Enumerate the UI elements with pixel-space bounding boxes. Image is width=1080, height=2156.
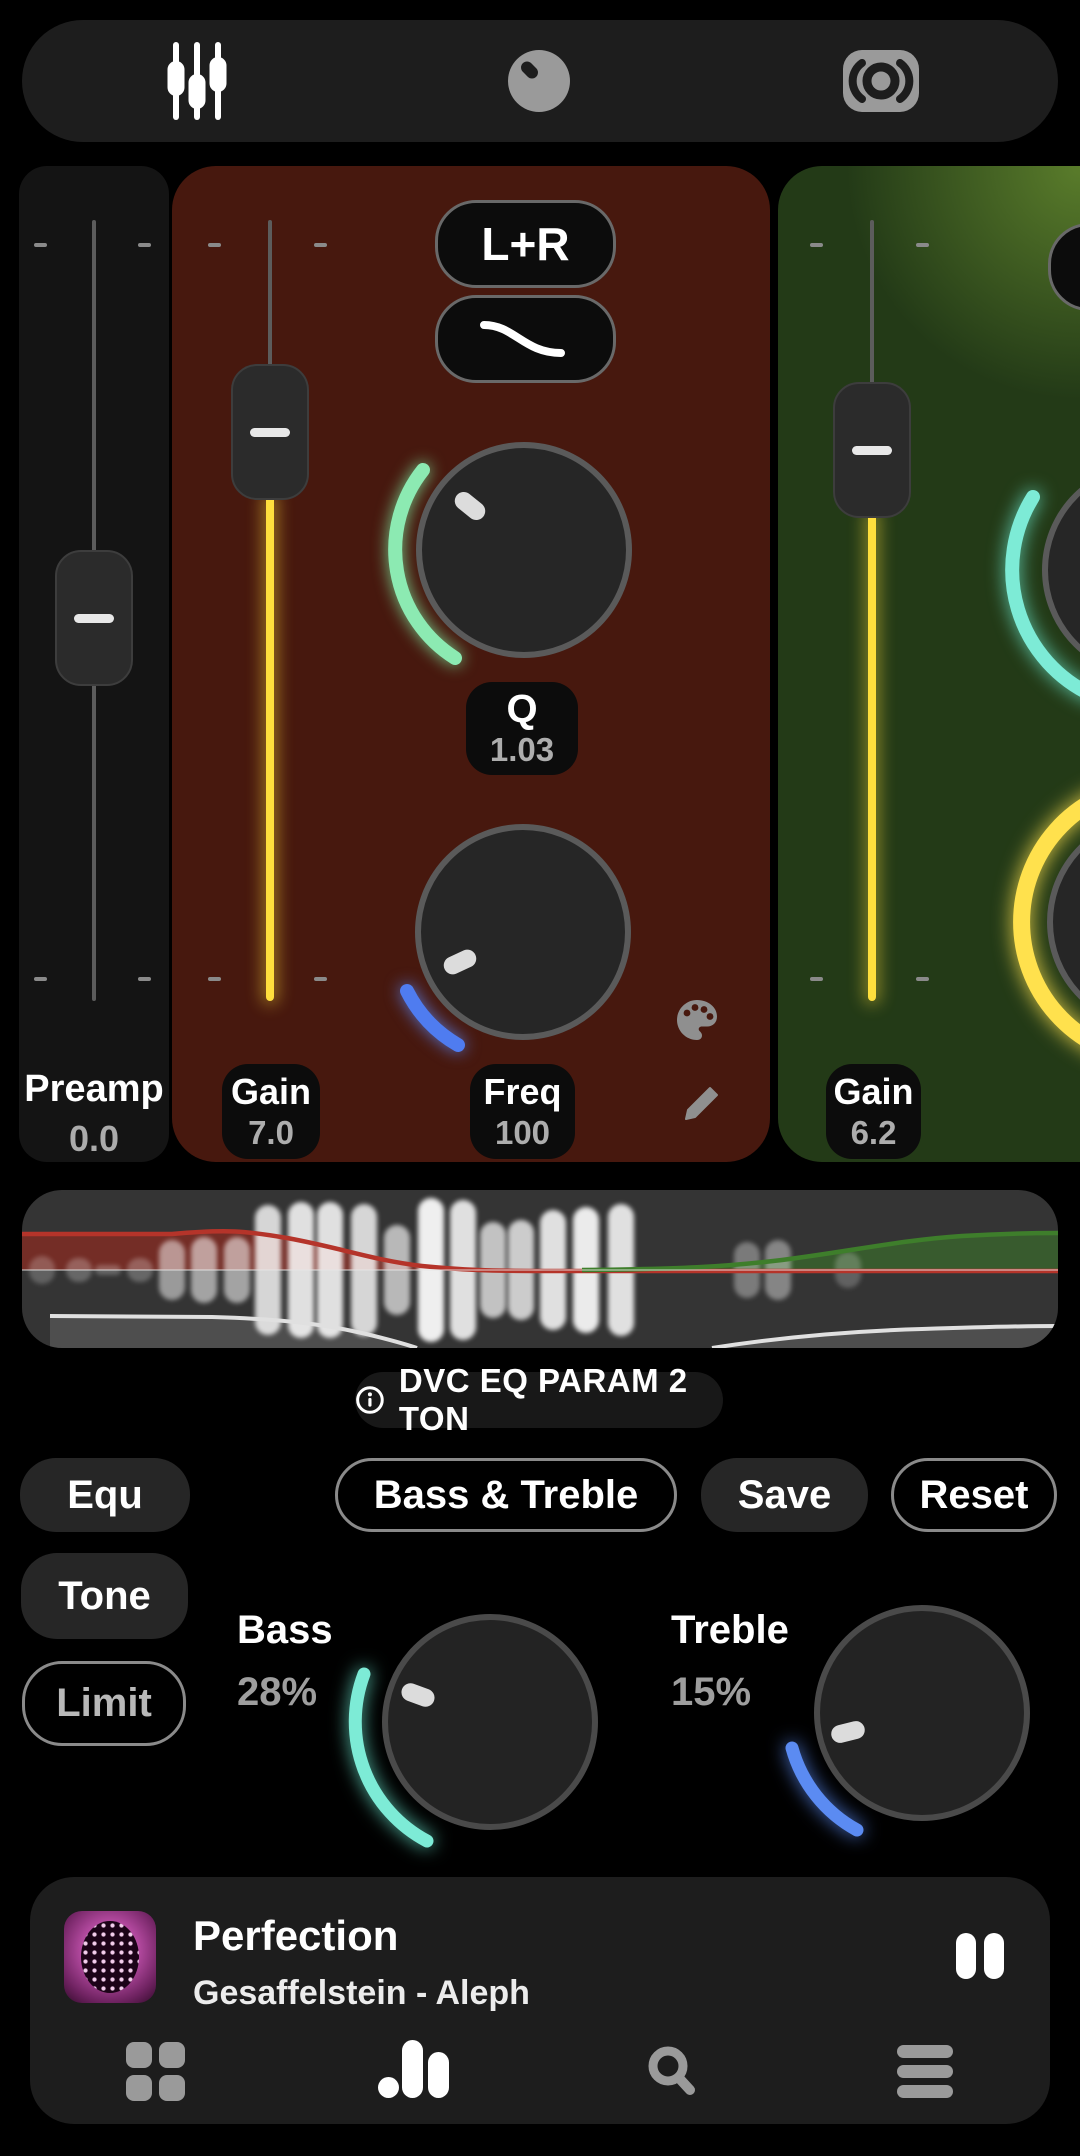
band1-channel-button[interactable]: L+R (435, 200, 616, 288)
tick (208, 977, 221, 981)
band1-gain-slider-handle[interactable] (231, 364, 309, 500)
band2-freq-knob[interactable] (995, 762, 1080, 1082)
screen: Preamp 0.0 L+R Q 1.03 (0, 0, 1080, 2156)
panel-glow (790, 166, 1080, 406)
pencil-icon[interactable] (678, 1083, 722, 1127)
bass-label: Bass (237, 1608, 333, 1653)
knob-icon (508, 50, 570, 112)
pause-button[interactable] (956, 1933, 1032, 1979)
lowpass-curve-icon (466, 309, 586, 369)
tick (138, 977, 151, 981)
band2-q-knob[interactable] (990, 410, 1080, 730)
tab-volume-knob[interactable] (439, 20, 639, 142)
menu-icon (897, 2065, 953, 2078)
grid-icon (126, 2042, 152, 2068)
tab-output[interactable] (781, 20, 981, 142)
tick (34, 243, 47, 247)
band1-q-knob[interactable] (364, 390, 684, 710)
reset-button-label: Reset (920, 1473, 1029, 1518)
band2-slider-value-line (868, 512, 876, 1001)
gain-label: Gain (231, 1074, 311, 1110)
track-title: Perfection (193, 1913, 398, 1959)
album-art-discoball (81, 1921, 139, 1993)
preset-name-button[interactable]: DVC EQ PARAM 2 TON (355, 1372, 723, 1428)
grid-icon (159, 2075, 185, 2101)
tick (810, 243, 823, 247)
top-toolbar (22, 20, 1058, 142)
band1-gain-readout[interactable]: Gain 7.0 (222, 1064, 320, 1159)
equ-button[interactable]: Equ (20, 1458, 190, 1532)
reset-button[interactable]: Reset (891, 1458, 1057, 1532)
band2-gain-readout[interactable]: Gain 6.2 (826, 1064, 921, 1159)
save-button[interactable]: Save (701, 1458, 868, 1532)
nav-search-button[interactable] (640, 2040, 706, 2106)
tick (916, 977, 929, 981)
tick (916, 243, 929, 247)
eq-bars-icon (402, 2040, 423, 2098)
pause-icon (984, 1933, 1004, 1979)
q-value: 1.03 (490, 733, 554, 766)
bass-value: 28% (237, 1670, 317, 1715)
freq-label: Freq (483, 1074, 561, 1110)
pause-icon (956, 1933, 976, 1979)
band2-gain-slider-handle[interactable] (833, 382, 911, 518)
tick (208, 243, 221, 247)
preamp-label: Preamp (19, 1068, 169, 1111)
limit-button[interactable]: Limit (22, 1661, 186, 1746)
bass-knob[interactable] (330, 1562, 650, 1882)
treble-value: 15% (671, 1670, 751, 1715)
tone-button[interactable]: Tone (21, 1553, 188, 1639)
frequency-response-view[interactable] (22, 1190, 1058, 1348)
bass-treble-button-label: Bass & Treble (374, 1473, 639, 1518)
gain-value: 7.0 (248, 1116, 294, 1149)
freq-value: 100 (495, 1116, 550, 1149)
tick (34, 977, 47, 981)
q-label: Q (506, 691, 537, 727)
grid-icon (159, 2042, 185, 2068)
band1-filter-type-button[interactable] (435, 295, 616, 383)
menu-icon (897, 2085, 953, 2098)
band1-q-readout[interactable]: Q 1.03 (466, 682, 578, 775)
gain-value: 6.2 (851, 1116, 897, 1149)
nav-equalizer-button[interactable] (374, 2040, 454, 2098)
menu-icon (897, 2045, 953, 2058)
nav-menu-button[interactable] (897, 2043, 953, 2099)
preset-name: DVC EQ PARAM 2 TON (399, 1362, 723, 1438)
band1-freq-knob[interactable] (363, 772, 683, 1092)
tick (314, 243, 327, 247)
track-artist-album: Gesaffelstein - Aleph (193, 1973, 530, 2013)
band1-channel-label: L+R (481, 217, 569, 271)
tone-button-label: Tone (58, 1574, 151, 1619)
eq-bars-icon (428, 2052, 449, 2098)
preamp-value: 0.0 (19, 1118, 169, 1160)
equ-button-label: Equ (67, 1473, 143, 1518)
tick (138, 243, 151, 247)
sliders-icon (152, 36, 242, 126)
palette-icon[interactable] (673, 996, 721, 1044)
grid-icon (126, 2075, 152, 2101)
album-art[interactable] (64, 1911, 156, 2003)
eq-band2-panel: Gain 6.2 (778, 166, 1080, 1162)
treble-knob[interactable] (762, 1553, 1080, 1873)
gain-label: Gain (833, 1074, 913, 1110)
info-icon (355, 1383, 385, 1417)
mini-player[interactable]: Perfection Gesaffelstein - Aleph (30, 1877, 1050, 2124)
tick (314, 977, 327, 981)
tick (810, 977, 823, 981)
tab-equalizer[interactable] (97, 20, 297, 142)
speaker-icon (831, 40, 931, 122)
response-lines (22, 1190, 1058, 1348)
preamp-slider-handle[interactable] (55, 550, 133, 686)
preamp-panel: Preamp 0.0 (19, 166, 169, 1162)
eq-band1-panel: L+R Q 1.03 (172, 166, 770, 1162)
limit-button-label: Limit (56, 1681, 152, 1726)
save-button-label: Save (738, 1473, 831, 1518)
nav-library-button[interactable] (126, 2042, 185, 2101)
bass-treble-button[interactable]: Bass & Treble (335, 1458, 677, 1532)
band1-freq-readout[interactable]: Freq 100 (470, 1064, 575, 1159)
band1-slider-value-line (266, 495, 274, 1001)
eq-bars-icon (378, 2077, 399, 2098)
